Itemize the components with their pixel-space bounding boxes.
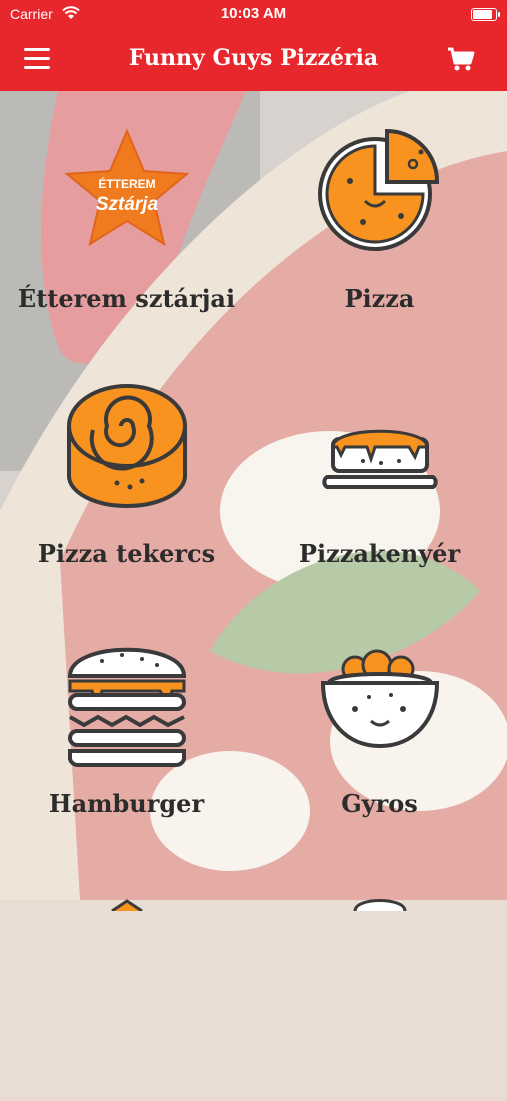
category-grid: ÉTTEREM Sztárja Étterem sztárjai Pizza P… <box>0 91 507 911</box>
shopping-cart-icon[interactable] <box>447 46 475 76</box>
star-badge-icon: ÉTTEREM Sztárja <box>0 126 253 256</box>
partial-icon <box>0 881 253 1011</box>
clock: 10:03 AM <box>220 5 287 22</box>
category-hamburger[interactable]: Hamburger <box>0 596 253 846</box>
badge-line2: Sztárja <box>95 194 158 215</box>
category-pizzakenyer[interactable]: Pizzakenyér <box>253 346 506 596</box>
pizza-icon <box>253 126 506 256</box>
hamburger-icon <box>0 631 253 767</box>
category-pizza[interactable]: Pizza <box>253 91 506 341</box>
category-partial-left[interactable] <box>0 851 253 1101</box>
category-label: Gyros <box>341 789 418 818</box>
gyros-bowl-icon <box>253 631 506 761</box>
category-label: Étterem sztárjai <box>17 284 236 313</box>
category-label: Pizza tekercs <box>37 539 216 568</box>
category-partial-right[interactable] <box>253 851 506 1101</box>
category-label: Pizza <box>344 284 415 313</box>
pizza-bread-icon <box>253 381 506 511</box>
category-gyros[interactable]: Gyros <box>253 596 506 846</box>
partial-icon <box>253 881 506 1011</box>
pizza-roll-icon <box>0 381 253 511</box>
category-pizza-tekercs[interactable]: Pizza tekercs <box>0 346 253 596</box>
battery-icon <box>471 8 500 21</box>
status-bar: Carrier 10:03 AM <box>0 0 507 28</box>
category-etterem-sztarjai[interactable]: ÉTTEREM Sztárja Étterem sztárjai <box>0 91 253 341</box>
category-label: Hamburger <box>48 789 205 818</box>
category-label: Pizzakenyér <box>298 539 461 568</box>
app-title: Funny Guys Pizzéria <box>128 45 379 71</box>
navigation-bar: Funny Guys Pizzéria <box>0 28 507 91</box>
badge-line1: ÉTTEREM <box>98 176 155 191</box>
